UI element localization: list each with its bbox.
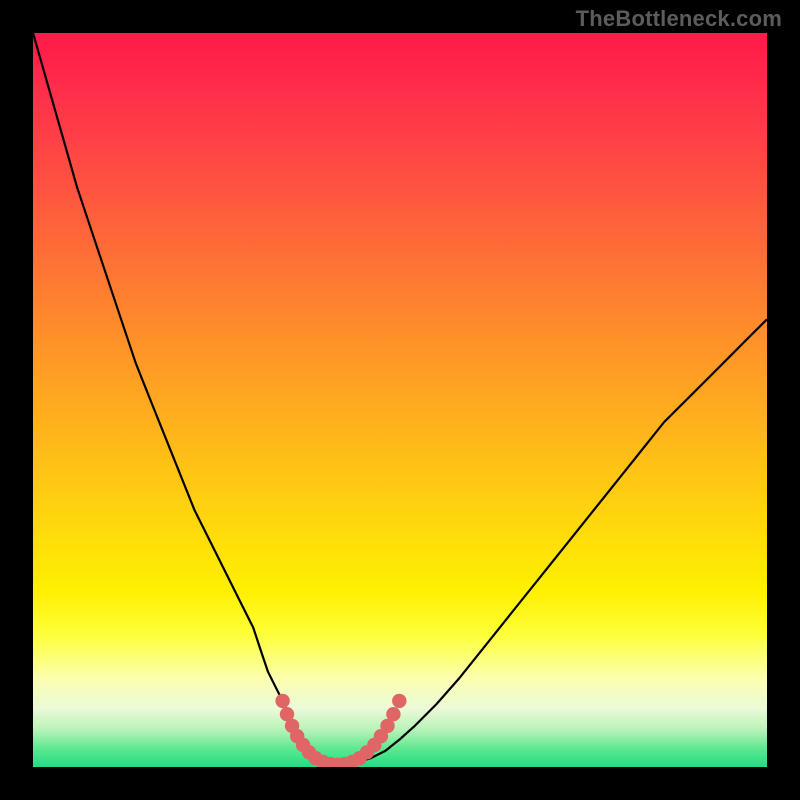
highlight-dot	[392, 694, 406, 708]
highlight-dots	[275, 694, 406, 767]
bottleneck-curve	[33, 33, 767, 766]
highlight-dot	[275, 694, 289, 708]
watermark-text: TheBottleneck.com	[576, 6, 782, 32]
chart-frame: TheBottleneck.com	[0, 0, 800, 800]
curve-layer	[33, 33, 767, 767]
highlight-dot	[386, 707, 400, 721]
plot-area	[33, 33, 767, 767]
